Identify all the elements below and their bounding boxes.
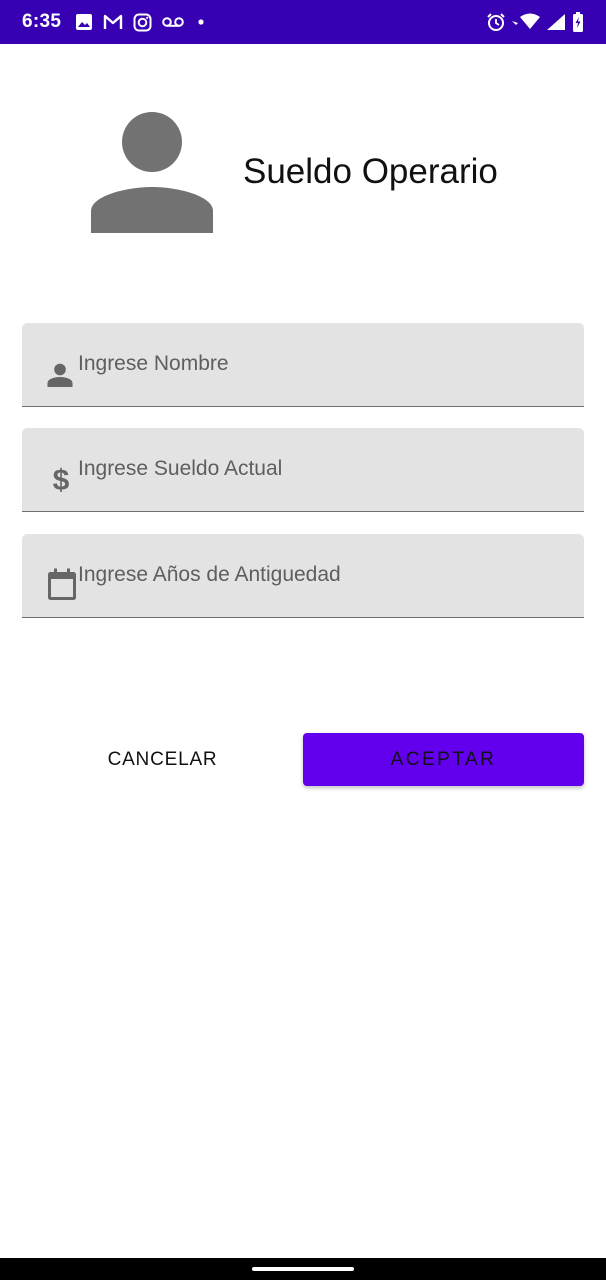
accept-button[interactable]: ACEPTAR <box>303 733 584 786</box>
status-time: 6:35 <box>22 11 62 32</box>
voicemail-icon <box>162 16 185 28</box>
dot-icon <box>194 15 208 29</box>
salary-field[interactable]: $ <box>22 428 584 512</box>
years-input[interactable] <box>78 558 558 592</box>
page-title: Sueldo Operario <box>243 152 498 191</box>
image-icon <box>75 13 93 31</box>
alarm-icon <box>486 12 506 32</box>
person-icon <box>46 361 74 394</box>
svg-text:$: $ <box>53 464 70 496</box>
person-icon <box>90 110 214 234</box>
navigation-bar <box>0 1258 606 1280</box>
cancel-button[interactable]: CANCELAR <box>22 734 303 786</box>
instagram-icon <box>133 13 152 32</box>
name-input[interactable] <box>78 347 558 381</box>
years-field[interactable] <box>22 534 584 618</box>
salary-input[interactable] <box>78 452 558 486</box>
name-field[interactable] <box>22 323 584 407</box>
notification-icons <box>75 13 208 32</box>
battery-icon <box>572 12 584 32</box>
status-bar: 6:35 <box>0 0 606 44</box>
wifi-icon <box>512 13 540 31</box>
gmail-icon <box>103 14 123 30</box>
system-icons <box>486 12 584 32</box>
calendar-icon <box>46 568 78 607</box>
home-gesture-handle[interactable] <box>252 1267 354 1271</box>
dollar-icon: $ <box>46 462 76 501</box>
signal-icon <box>546 13 566 31</box>
